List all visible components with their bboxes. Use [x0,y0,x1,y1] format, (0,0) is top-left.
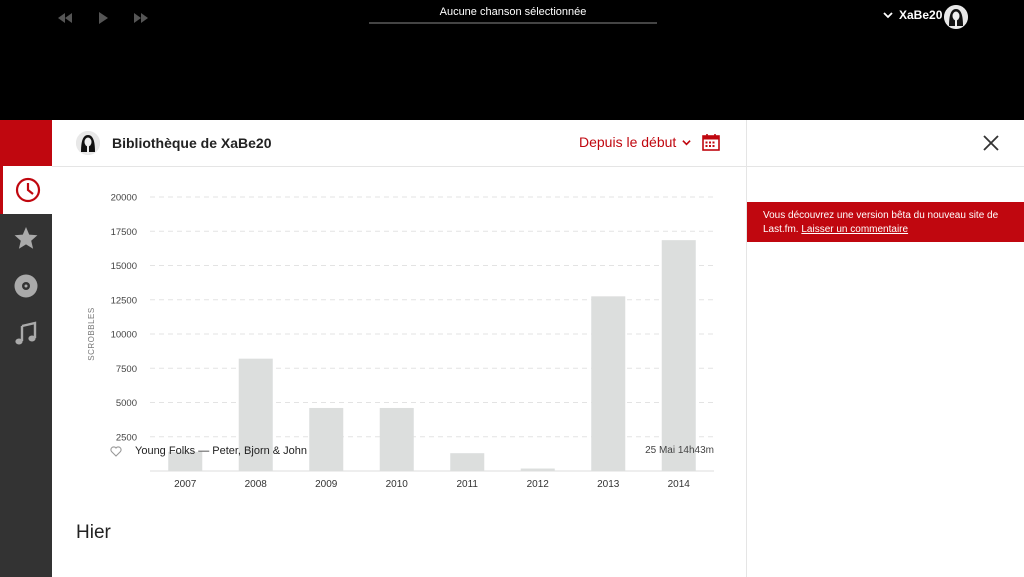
bar [520,468,555,471]
sidebar-item-recent[interactable] [0,166,52,214]
star-icon [14,227,38,249]
play-icon[interactable] [96,11,114,25]
avatar[interactable] [944,5,968,29]
x-tick-label: 2014 [668,479,691,490]
x-tick-label: 2009 [315,479,338,490]
x-tick-label: 2013 [597,479,620,490]
section-title: Hier [76,522,111,543]
sidebar-item-loved[interactable] [0,214,52,262]
now-playing-label: Aucune chanson sélectionnée [439,6,587,18]
timestamp: 25 Mai 14h43m [645,445,714,456]
user-name: XaBe20 [899,8,943,22]
y-tick-label: 5000 [116,398,137,409]
disc-icon [14,274,38,298]
bar [661,240,696,471]
sidebar [0,120,52,577]
next-icon[interactable] [132,11,150,25]
y-tick-label: 2500 [116,432,137,443]
y-tick-label: 15000 [111,261,137,272]
right-panel: Vous découvrez une version bêta du nouve… [746,120,1024,577]
clock-icon [15,177,40,203]
bar [379,407,414,471]
y-tick-label: 17500 [111,227,137,238]
y-tick-label: 12500 [111,295,137,306]
sidebar-item-albums[interactable] [0,262,52,310]
y-tick-label: 20000 [111,193,137,204]
y-tick-label: 10000 [111,330,137,341]
chevron-down-icon [682,139,691,145]
bar [309,407,344,471]
x-tick-label: 2007 [174,479,197,490]
x-tick-label: 2010 [386,479,409,490]
close-icon [983,135,999,151]
y-tick-label: 7500 [116,364,137,375]
x-tick-label: 2012 [527,479,550,490]
avatar[interactable] [76,131,100,155]
music-note-icon [15,321,37,345]
chevron-down-icon [883,12,893,19]
beta-banner: Vous découvrez une version bêta du nouve… [747,202,1024,242]
right-panel-header [747,120,1024,167]
table-row[interactable]: Young Folks — Peter, Bjorn & John 25 Mai… [104,445,714,459]
page-title: Bibliothèque de XaBe20 [112,135,272,151]
sidebar-header [0,120,52,166]
progress-track[interactable] [369,22,657,24]
player-bar: Aucune chanson sélectionnée XaBe20 [0,0,1024,120]
calendar-icon[interactable] [702,133,720,151]
close-button[interactable] [983,135,999,151]
previous-icon[interactable] [56,11,74,25]
y-axis-label: SCROBBLES [87,307,96,360]
library-header: Bibliothèque de XaBe20 Depuis le début [52,120,746,167]
date-range-dropdown[interactable]: Depuis le début [579,134,691,150]
heart-icon[interactable] [110,446,122,457]
library-panel: Bibliothèque de XaBe20 Depuis le début 2… [52,120,746,577]
feedback-link[interactable]: Laisser un commentaire [801,224,908,235]
x-tick-label: 2011 [456,479,478,490]
x-tick-label: 2008 [245,479,268,490]
track-name[interactable]: Young Folks — Peter, Bjorn & John [135,445,307,457]
user-menu[interactable]: XaBe20 [883,8,942,22]
date-range-label: Depuis le début [579,134,677,150]
sidebar-item-tracks[interactable] [0,310,52,358]
